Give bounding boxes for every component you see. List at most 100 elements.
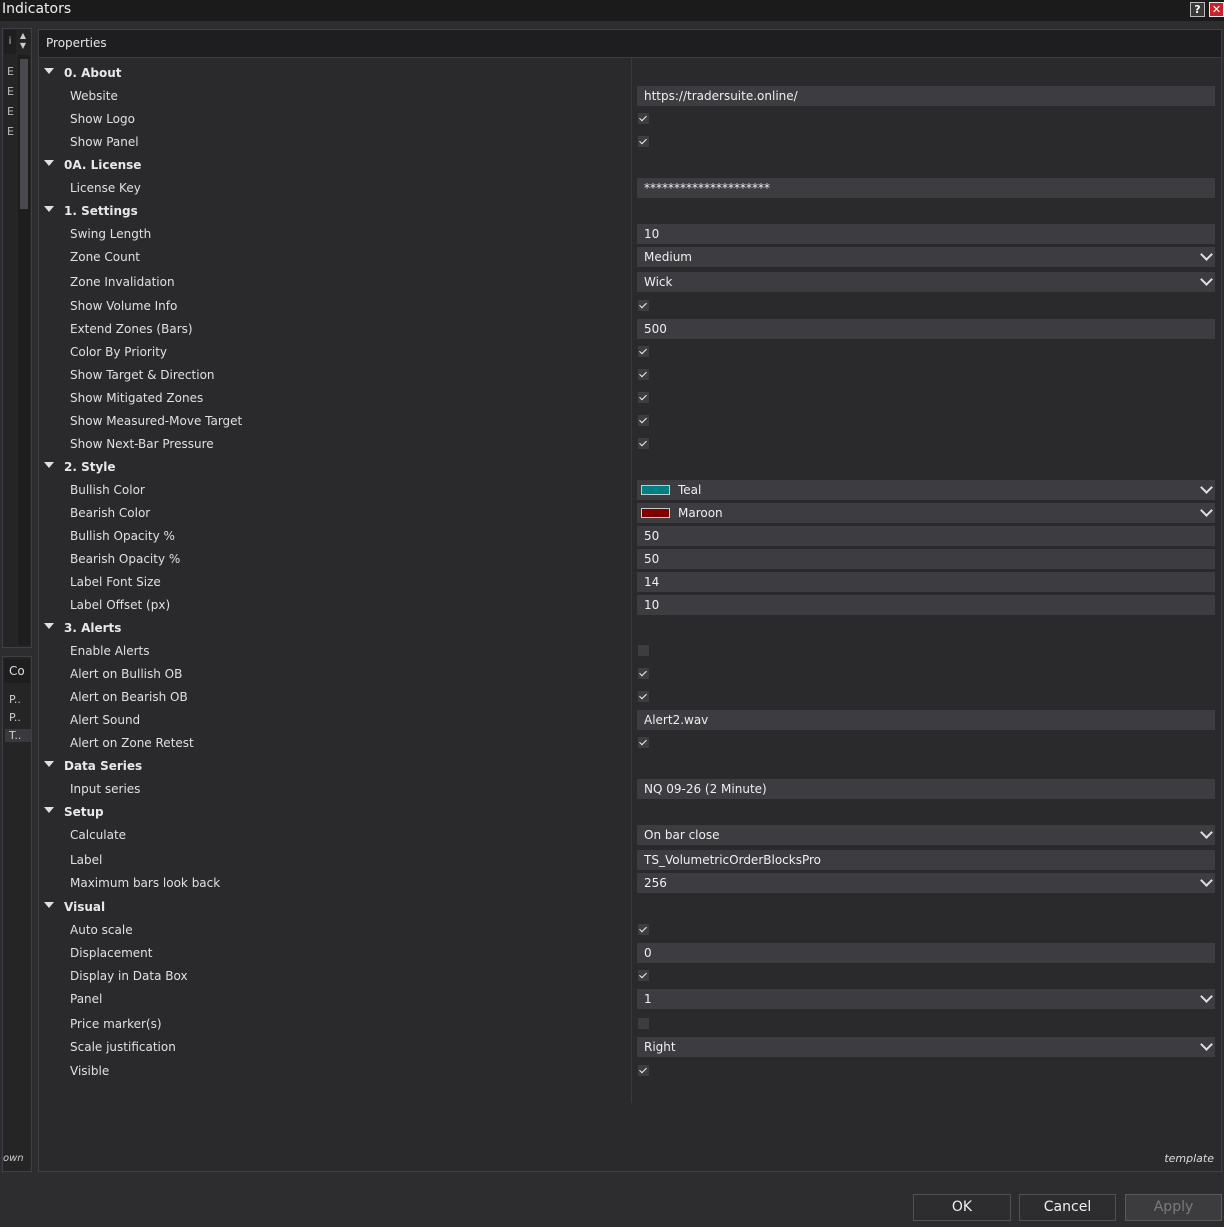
property-value-field[interactable]: TS_VolumetricOrderBlocksPro — [637, 849, 1215, 870]
ok-button[interactable]: OK — [913, 1194, 1011, 1221]
property-checkbox[interactable] — [638, 691, 649, 702]
property-value-dropdown[interactable]: Medium — [637, 247, 1215, 267]
property-checkbox[interactable] — [638, 136, 649, 147]
category-label: 3. Alerts — [64, 621, 122, 635]
category-row-setup[interactable]: Setup — [39, 801, 1221, 824]
property-value-field[interactable]: https://tradersuite.online/ — [637, 86, 1215, 106]
help-button[interactable]: ? — [1190, 2, 1205, 17]
indicator-list-scrollbar[interactable] — [18, 55, 30, 645]
indicator-list-item[interactable]: Ε — [7, 85, 15, 99]
property-checkbox[interactable] — [638, 970, 649, 981]
property-row-displacement: Displacement 0 — [39, 942, 1221, 965]
property-value-dropdown[interactable]: On bar close — [637, 825, 1215, 845]
checkmark-icon — [639, 415, 647, 424]
property-checkbox[interactable] — [638, 415, 649, 426]
property-value-dropdown[interactable]: 256 — [637, 872, 1215, 893]
category-row-data-series[interactable]: Data Series — [39, 755, 1221, 778]
category-row-0-about[interactable]: 0. About — [39, 62, 1221, 85]
indicator-list-item[interactable]: Ε — [7, 105, 15, 119]
collapse-arrow-icon[interactable] — [44, 160, 54, 166]
collapse-arrow-icon[interactable] — [44, 761, 54, 767]
category-label: 0. About — [64, 66, 122, 80]
property-value-field[interactable]: 10 — [637, 224, 1215, 244]
property-row-calculate: Calculate On bar close — [39, 824, 1221, 847]
template-link[interactable]: template — [1164, 1152, 1214, 1165]
close-button[interactable]: ✕ — [1209, 2, 1224, 17]
property-row-alert-on-zone-retest: Alert on Zone Retest — [39, 732, 1221, 755]
checkmark-icon — [639, 668, 647, 677]
configured-footer-link[interactable]: own — [3, 1153, 24, 1164]
property-checkbox[interactable] — [638, 1017, 649, 1029]
collapse-arrow-icon[interactable] — [44, 206, 54, 212]
property-checkbox[interactable] — [638, 668, 649, 679]
property-label: Alert on Bullish OB — [70, 667, 183, 681]
apply-button[interactable]: Apply — [1125, 1194, 1222, 1221]
chevron-down-icon — [1200, 481, 1213, 494]
property-checkbox[interactable] — [638, 645, 649, 656]
property-row-bearish-color: Bearish Color Maroon — [39, 502, 1221, 525]
property-value-dropdown[interactable]: Right — [637, 1036, 1215, 1057]
scroll-arrows-icon[interactable]: ▲ ▼ — [18, 31, 28, 51]
indicator-list-item[interactable]: Ε — [7, 65, 15, 79]
collapse-arrow-icon[interactable] — [44, 462, 54, 468]
property-label: Bullish Color — [70, 483, 145, 497]
property-label: Input series — [70, 782, 141, 796]
property-label: Displacement — [70, 946, 153, 960]
property-row-show-mitigated-zones: Show Mitigated Zones — [39, 387, 1221, 410]
property-label: Show Next-Bar Pressure — [70, 437, 214, 451]
category-row-2-style[interactable]: 2. Style — [39, 456, 1221, 479]
property-checkbox[interactable] — [638, 392, 649, 403]
collapse-arrow-icon[interactable] — [44, 807, 54, 813]
property-checkbox[interactable] — [638, 113, 649, 124]
property-checkbox[interactable] — [638, 1065, 649, 1076]
property-value-field[interactable]: 14 — [637, 572, 1215, 592]
chevron-down-icon — [1200, 504, 1213, 517]
configured-item[interactable]: P.. — [9, 711, 21, 724]
property-row-show-volume-info: Show Volume Info — [39, 295, 1221, 318]
indicator-list-item[interactable]: Ε — [7, 125, 15, 139]
indicator-list-pane: i ▲ ▼ Ε Ε Ε Ε — [2, 28, 32, 648]
collapse-arrow-icon[interactable] — [44, 623, 54, 629]
scrollbar-thumb[interactable] — [20, 59, 28, 209]
property-checkbox[interactable] — [638, 346, 649, 357]
category-row-3-alerts[interactable]: 3. Alerts — [39, 617, 1221, 640]
property-label: Auto scale — [70, 923, 133, 937]
property-value-field[interactable]: 10 — [637, 595, 1215, 615]
property-checkbox[interactable] — [638, 438, 649, 449]
property-row-zone-invalidation: Zone Invalidation Wick — [39, 271, 1221, 294]
property-row-bullish-opacity: Bullish Opacity % 50 — [39, 525, 1221, 548]
cancel-button[interactable]: Cancel — [1019, 1194, 1116, 1221]
property-value-field[interactable]: NQ 09-26 (2 Minute) — [637, 779, 1215, 799]
category-row-visual[interactable]: Visual — [39, 896, 1221, 919]
property-value-field[interactable]: Alert2.wav — [637, 710, 1215, 730]
property-label: Zone Count — [70, 250, 141, 264]
property-value-field[interactable]: 50 — [637, 549, 1215, 569]
collapse-arrow-icon[interactable] — [44, 68, 54, 74]
property-label: Zone Invalidation — [70, 274, 175, 289]
checkmark-icon — [639, 113, 647, 122]
property-value-field[interactable]: 0 — [637, 943, 1215, 963]
property-row-enable-alerts: Enable Alerts — [39, 640, 1221, 663]
property-checkbox[interactable] — [638, 300, 649, 311]
configured-item[interactable]: P.. — [9, 693, 21, 706]
property-checkbox[interactable] — [638, 369, 649, 380]
property-row-show-measured-move-target: Show Measured-Move Target — [39, 410, 1221, 433]
property-row-label-font-size: Label Font Size 14 — [39, 571, 1221, 594]
category-label: 0A. License — [64, 158, 142, 172]
property-checkbox[interactable] — [638, 737, 649, 748]
category-row-0a-license[interactable]: 0A. License — [39, 154, 1221, 177]
property-value-dropdown[interactable]: Wick — [637, 271, 1215, 292]
property-value-field[interactable]: 500 — [637, 319, 1215, 339]
property-value-dropdown[interactable]: 1 — [637, 989, 1215, 1009]
property-value-field[interactable]: 50 — [637, 526, 1215, 546]
color-picker-dropdown[interactable]: Teal — [637, 480, 1215, 500]
chevron-down-icon — [1200, 826, 1213, 839]
color-picker-dropdown[interactable]: Maroon — [637, 503, 1215, 523]
property-row-show-panel: Show Panel — [39, 131, 1221, 154]
category-row-1-settings[interactable]: 1. Settings — [39, 200, 1221, 223]
collapse-arrow-icon[interactable] — [44, 902, 54, 908]
property-value-field[interactable]: ********************* — [637, 178, 1215, 198]
property-label: Website — [70, 89, 118, 103]
configured-item-selected[interactable]: T.. — [5, 729, 31, 742]
property-checkbox[interactable] — [638, 924, 649, 935]
